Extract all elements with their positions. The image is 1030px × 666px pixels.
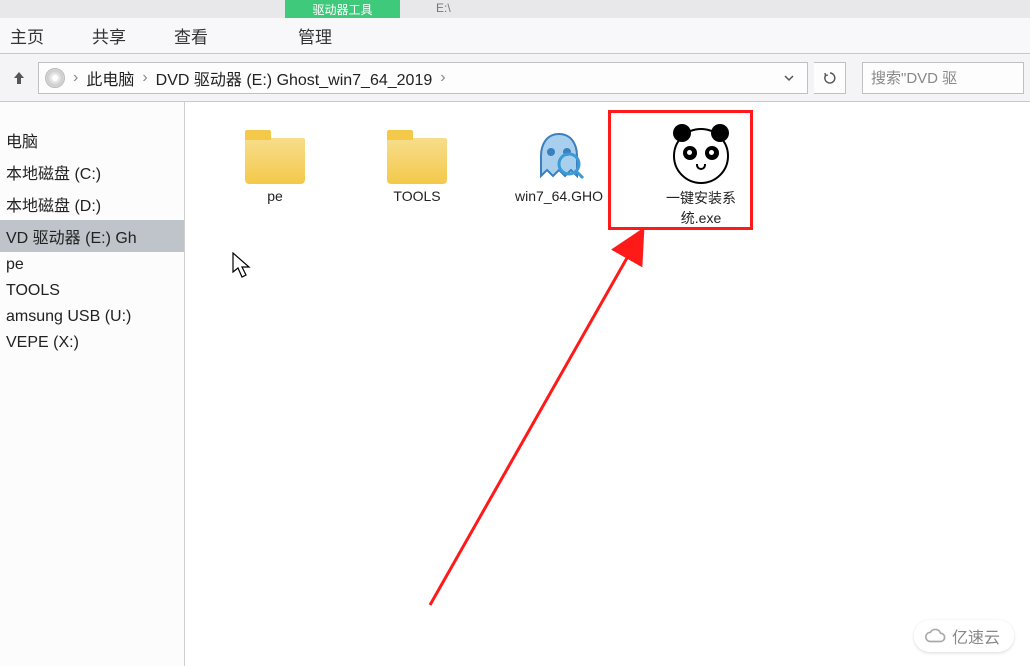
- nav-up-button[interactable]: [6, 65, 32, 91]
- breadcrumb-sep: ›: [438, 69, 447, 87]
- folder-icon: [245, 138, 305, 184]
- content-area: 电脑 本地磁盘 (C:) 本地磁盘 (D:) VD 驱动器 (E:) Gh pe…: [0, 102, 1030, 666]
- sidebar-item-this-pc[interactable]: 电脑: [0, 124, 184, 156]
- address-row: › 此电脑 › DVD 驱动器 (E:) Ghost_win7_64_2019 …: [0, 54, 1030, 102]
- breadcrumb-dvd-drive[interactable]: DVD 驱动器 (E:) Ghost_win7_64_2019: [152, 66, 437, 90]
- file-explorer-window: 驱动器工具 E:\ 主页 共享 查看 管理 › 此电脑 › DVD 驱动器 (E…: [0, 0, 1030, 666]
- tab-home[interactable]: 主页: [8, 17, 46, 54]
- disc-icon: [45, 68, 65, 88]
- folder-tools[interactable]: TOOLS: [367, 120, 467, 204]
- folder-pe[interactable]: pe: [225, 120, 325, 204]
- file-list: pe TOOLS: [185, 102, 1030, 666]
- file-label: TOOLS: [367, 188, 467, 204]
- context-drive-letter: E:\: [436, 1, 451, 15]
- folder-icon: [387, 138, 447, 184]
- address-bar[interactable]: › 此电脑 › DVD 驱动器 (E:) Ghost_win7_64_2019 …: [38, 62, 808, 94]
- up-arrow-icon: [11, 70, 27, 86]
- address-dropdown[interactable]: [777, 72, 801, 84]
- ghost-icon: [531, 128, 587, 184]
- file-label: 一键安装系统.exe: [651, 188, 751, 228]
- watermark-badge: 亿速云: [914, 620, 1014, 652]
- sidebar-item-drive-c[interactable]: 本地磁盘 (C:): [0, 156, 184, 188]
- breadcrumb-sep: ›: [71, 69, 80, 87]
- watermark-text: 亿速云: [952, 624, 1000, 648]
- ribbon-tabs: 主页 共享 查看 管理: [0, 18, 1030, 54]
- sidebar-item-tools[interactable]: TOOLS: [0, 278, 184, 304]
- sidebar-item-samsung-usb[interactable]: amsung USB (U:): [0, 304, 184, 330]
- chevron-down-icon: [783, 72, 795, 84]
- breadcrumb-this-pc[interactable]: 此电脑: [82, 66, 138, 90]
- refresh-icon: [822, 70, 838, 86]
- navigation-pane: 电脑 本地磁盘 (C:) 本地磁盘 (D:) VD 驱动器 (E:) Gh pe…: [0, 102, 185, 666]
- tab-manage[interactable]: 管理: [296, 17, 334, 54]
- sidebar-item-wepe-x[interactable]: VEPE (X:): [0, 330, 184, 356]
- tab-view[interactable]: 查看: [172, 17, 210, 54]
- refresh-button[interactable]: [814, 62, 846, 94]
- file-label: pe: [225, 188, 325, 204]
- sidebar-item-pe[interactable]: pe: [0, 252, 184, 278]
- sidebar-item-dvd-e[interactable]: VD 驱动器 (E:) Gh: [0, 220, 184, 252]
- context-tab-drive-tools[interactable]: 驱动器工具: [285, 0, 400, 18]
- tab-share[interactable]: 共享: [90, 17, 128, 54]
- panda-icon: [673, 128, 729, 184]
- search-input[interactable]: 搜索"DVD 驱: [862, 62, 1024, 94]
- file-label: win7_64.GHO: [509, 188, 609, 204]
- sidebar-item-drive-d[interactable]: 本地磁盘 (D:): [0, 188, 184, 220]
- breadcrumb-sep: ›: [140, 69, 149, 87]
- ribbon-context-bar: 驱动器工具 E:\: [0, 0, 1030, 18]
- file-installer-exe[interactable]: 一键安装系统.exe: [651, 120, 751, 228]
- file-gho[interactable]: win7_64.GHO: [509, 120, 609, 204]
- cloud-icon: [924, 625, 946, 647]
- search-placeholder: 搜索"DVD 驱: [871, 67, 957, 88]
